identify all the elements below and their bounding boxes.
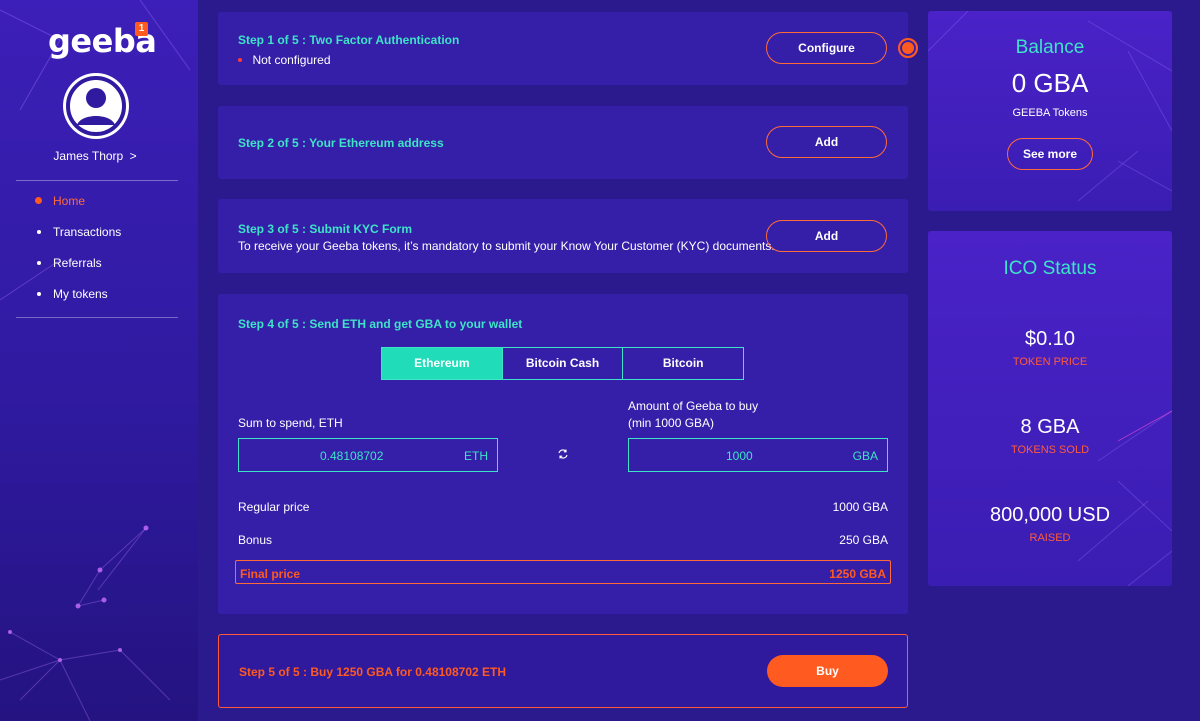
buy-value: 1000 [726,449,753,463]
buy-unit: GBA [852,449,878,463]
spend-value: 0.48108702 [320,449,384,463]
sidebar-nav: Home Transactions Referrals My tokens [0,192,198,316]
step1-status: Not configured [238,51,331,69]
sidebar-divider [16,317,178,318]
final-price-row: Final price 1250 GBA [235,560,891,584]
balance-card: Balance 0 GBA GEEBA Tokens See more [928,11,1172,211]
sidebar-item-transactions[interactable]: Transactions [0,223,198,254]
user-avatar-icon[interactable] [63,73,129,139]
raised-value: 800,000 USD [989,504,1111,526]
step5-panel: Step 5 of 5 : Buy 1250 GBA for 0.4810870… [218,634,908,708]
bonus-label: Bonus [238,533,273,547]
balance-subtitle: GEEBA Tokens [1012,107,1088,119]
tokens-sold-label: TOKENS SOLD [1010,444,1090,456]
sidebar-item-label: My tokens [53,287,108,301]
spend-label: Sum to spend, ETH [238,416,343,430]
step2-title: Step 2 of 5 : Your Ethereum address [238,136,444,150]
tab-bitcoin-cash[interactable]: Bitcoin Cash [501,348,623,379]
step1-status-text: Not configured [252,53,331,67]
step3-panel: Step 3 of 5 : Submit KYC Form To receive… [218,199,908,273]
ico-status-card: ICO Status $0.10 TOKEN PRICE 8 GBA TOKEN… [928,231,1172,586]
add-ethereum-address-button[interactable]: Add [766,126,887,158]
tab-ethereum[interactable]: Ethereum [382,348,502,379]
regular-price-value: 1000 GBA [832,500,888,514]
tab-bitcoin[interactable]: Bitcoin [622,348,743,379]
currency-tabs: Ethereum Bitcoin Cash Bitcoin [381,347,744,380]
logo-badge: 1 [135,22,148,36]
sidebar-item-referrals[interactable]: Referrals [0,254,198,285]
step4-title: Step 4 of 5 : Send ETH and get GBA to yo… [238,317,523,331]
buy-label-line2: (min 1000 GBA) [628,416,715,430]
configure-button[interactable]: Configure [766,32,887,64]
step5-title: Step 5 of 5 : Buy 1250 GBA for 0.4810870… [239,665,506,679]
step1-title: Step 1 of 5 : Two Factor Authentication [238,33,460,47]
step3-title: Step 3 of 5 : Submit KYC Form [238,222,413,236]
user-name: James Thorp [53,149,124,163]
chevron-right-icon: > [129,149,137,163]
step3-description: To receive your Geeba tokens, it’s manda… [238,239,775,253]
sidebar-item-my-tokens[interactable]: My tokens [0,285,198,316]
user-name-link[interactable]: James Thorp > [0,149,190,163]
sidebar-item-home[interactable]: Home [0,192,198,223]
step1-panel: Step 1 of 5 : Two Factor Authentication … [218,12,908,85]
add-kyc-button[interactable]: Add [766,220,887,252]
sidebar: geeba 1 James Thorp > Home Transactions … [0,0,198,721]
see-more-button[interactable]: See more [1007,138,1093,170]
bullet-icon [37,292,41,296]
regular-price-label: Regular price [238,500,310,514]
ico-status-title: ICO Status [1003,258,1097,279]
final-price-value: 1250 GBA [829,567,886,581]
token-price-label: TOKEN PRICE [1012,356,1088,368]
status-indicator-icon [898,38,918,58]
step4-panel: Step 4 of 5 : Send ETH and get GBA to yo… [218,294,908,614]
bullet-icon [37,261,41,265]
swap-icon[interactable] [557,448,569,460]
sidebar-divider [16,180,178,181]
sidebar-item-label: Transactions [53,225,122,239]
raised-label: RAISED [1029,532,1071,544]
token-price-value: $0.10 [1024,328,1076,350]
sidebar-item-label: Home [53,194,86,208]
balance-title: Balance [1015,37,1085,58]
bullet-icon [35,197,42,204]
status-bullet-icon [238,57,242,62]
buy-button[interactable]: Buy [767,655,888,687]
bullet-icon [37,230,41,234]
spend-input[interactable]: 0.48108702 ETH [238,438,498,472]
buy-label-line1: Amount of Geeba to buy [628,399,759,413]
step2-panel: Step 2 of 5 : Your Ethereum address Add [218,106,908,179]
buy-label: Amount of Geeba to buy (min 1000 GBA) [628,398,758,432]
sidebar-item-label: Referrals [53,256,102,270]
final-price-label: Final price [240,567,301,581]
bonus-value: 250 GBA [839,533,888,547]
spend-unit: ETH [464,449,488,463]
buy-amount-input[interactable]: 1000 GBA [628,438,888,472]
balance-value: 0 GBA [1011,68,1089,98]
tokens-sold-value: 8 GBA [1020,416,1080,438]
